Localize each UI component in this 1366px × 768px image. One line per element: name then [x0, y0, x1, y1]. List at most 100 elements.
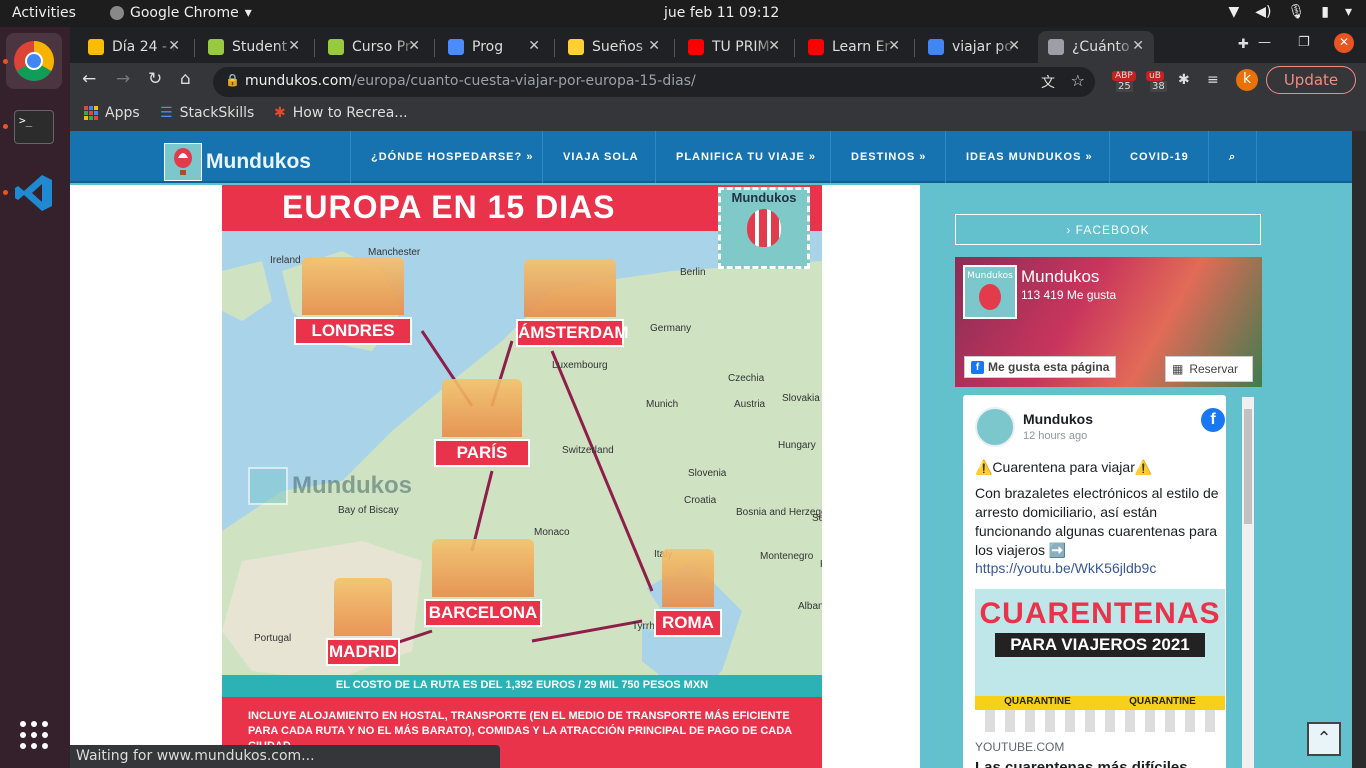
- post-title-line: ⚠️Cuarentena para viajar⚠️: [975, 459, 1153, 475]
- dock-chrome[interactable]: [6, 33, 62, 89]
- post-headline[interactable]: Las cuarentenas más difíciles: [975, 759, 1188, 768]
- tab-6[interactable]: TU PRIM ✕: [678, 31, 790, 63]
- profile-avatar[interactable]: k: [1236, 69, 1258, 91]
- cost-text: EL COSTO DE LA RUTA ES DEL 1,392 EUROS /…: [335, 679, 709, 691]
- bookmark-stackskills[interactable]: ☰ StackSkills: [160, 105, 254, 121]
- site-logo[interactable]: Mundukos: [164, 143, 311, 181]
- sidebar: › FACEBOOK Mundukos Mundukos 113 419 Me …: [955, 214, 1262, 768]
- menu-hospedarse[interactable]: ¿DÓNDE HOSPEDARSE? »: [350, 131, 553, 183]
- system-tray[interactable]: ▼ ◀) 🎙 ▮ ▾: [1228, 4, 1352, 20]
- map-label: Slovakia: [782, 393, 820, 404]
- facebook-page-cover[interactable]: Mundukos Mundukos 113 419 Me gusta f Me …: [955, 257, 1262, 387]
- close-tab-icon[interactable]: ✕: [168, 38, 180, 54]
- map-label: Hungary: [778, 440, 816, 451]
- balloon-icon: [747, 209, 781, 247]
- quarantine-stripe: QUARANTINE QUARANTINE: [975, 696, 1225, 710]
- extension-ublock-icon[interactable]: uB: [1146, 71, 1164, 81]
- maximize-button[interactable]: ❐: [1298, 35, 1310, 50]
- activities-button[interactable]: Activities: [12, 5, 76, 21]
- menu-destinos[interactable]: DESTINOS »: [830, 131, 946, 183]
- tab-8[interactable]: viajar po ✕: [918, 31, 1030, 63]
- battery-icon: ▮: [1321, 4, 1329, 20]
- close-tab-icon[interactable]: ✕: [1132, 38, 1144, 54]
- city-badge: MADRID: [326, 638, 400, 666]
- menu-ideas[interactable]: IDEAS MUNDUKOS »: [945, 131, 1113, 183]
- cost-bar: EL COSTO DE LA RUTA ES DEL 1,392 EUROS /…: [222, 675, 822, 697]
- forward-icon[interactable]: →: [116, 69, 130, 89]
- extension-badge: 38: [1150, 81, 1167, 92]
- kebab-menu-icon[interactable]: ⋮: [1360, 70, 1366, 86]
- extensions-puzzle-icon[interactable]: ✱: [1178, 72, 1190, 88]
- video-thumbnail[interactable]: CUARENTENAS PARA VIAJEROS 2021 QUARANTIN…: [975, 589, 1225, 732]
- menu-viaja-sola[interactable]: VIAJA SOLA: [542, 131, 659, 183]
- minimize-button[interactable]: —: [1258, 35, 1271, 50]
- grid-icon: [20, 721, 48, 749]
- address-bar[interactable]: 🔒 mundukos.com/europa/cuanto-cuesta-viaj…: [213, 67, 1095, 97]
- post-source: YOUTUBE.COM: [975, 740, 1065, 754]
- close-tab-icon[interactable]: ✕: [1008, 38, 1020, 54]
- translate-icon[interactable]: 文: [1041, 72, 1055, 92]
- reserve-button[interactable]: ▦ Reservar: [1165, 356, 1253, 382]
- feed-scrollbar[interactable]: [1242, 397, 1254, 768]
- tab-7[interactable]: Learn Er ✕: [798, 31, 910, 63]
- show-apps-button[interactable]: [6, 707, 62, 763]
- search-button[interactable]: ⌕: [1208, 131, 1258, 183]
- extension-abp-icon[interactable]: ABP: [1112, 71, 1136, 81]
- map-label: Luxembourg: [552, 360, 608, 371]
- post-avatar[interactable]: [975, 407, 1015, 447]
- facebook-icon[interactable]: f: [1201, 408, 1225, 432]
- home-icon[interactable]: ⌂: [180, 69, 191, 89]
- map-label: Portugal: [254, 633, 292, 644]
- platzi-icon: [328, 39, 344, 55]
- like-page-button[interactable]: f Me gusta esta página: [964, 356, 1117, 378]
- tab-2[interactable]: Student ✕: [198, 31, 310, 63]
- close-window-button[interactable]: ✕: [1334, 33, 1354, 53]
- new-tab-button[interactable]: ✚: [1238, 37, 1249, 52]
- tab-separator: [914, 39, 915, 57]
- close-tab-icon[interactable]: ✕: [888, 38, 900, 54]
- tab-1[interactable]: Día 24 - F ✕: [78, 31, 190, 63]
- tag-text: QUARANTINE: [1004, 696, 1071, 707]
- tab-4[interactable]: Prog ✕: [438, 31, 550, 63]
- clock[interactable]: jue feb 11 09:12: [664, 5, 779, 21]
- article-content: EUROPA EN 15 DIAS Ireland Manchester Berli…: [70, 185, 920, 768]
- app-menu[interactable]: Google Chrome ▾: [110, 5, 252, 21]
- page-name[interactable]: Mundukos: [1021, 267, 1099, 287]
- map-label: Serbia: [812, 513, 822, 524]
- menu-covid[interactable]: COVID-19: [1109, 131, 1209, 183]
- close-tab-icon[interactable]: ✕: [408, 38, 420, 54]
- close-tab-icon[interactable]: ✕: [528, 38, 540, 54]
- tab-5[interactable]: Sueños ✕: [558, 31, 670, 63]
- map-label: Kosovo: [820, 559, 822, 570]
- back-to-top-button[interactable]: ⌃: [1307, 722, 1341, 756]
- map-label: Bosnia and Herzegovina: [736, 507, 822, 518]
- post-link[interactable]: https://youtu.be/WkK56jldb9c: [975, 560, 1156, 576]
- close-tab-icon[interactable]: ✕: [648, 38, 660, 54]
- dock-vscode[interactable]: [6, 165, 62, 221]
- feed-scroll-thumb[interactable]: [1244, 409, 1252, 524]
- dock-terminal[interactable]: >_: [6, 99, 62, 155]
- map-label: Albania: [798, 601, 822, 612]
- post-author[interactable]: Mundukos: [1023, 411, 1093, 427]
- tab-9[interactable]: ¿Cuánto ✕: [1038, 31, 1154, 63]
- close-tab-icon[interactable]: ✕: [288, 38, 300, 54]
- city-badge: LONDRES: [294, 317, 412, 345]
- tab-3[interactable]: Curso Pr ✕: [318, 31, 430, 63]
- update-button[interactable]: Update: [1266, 66, 1356, 94]
- close-tab-icon[interactable]: ✕: [768, 38, 780, 54]
- menu-planifica[interactable]: PLANIFICA TU VIAJE »: [655, 131, 836, 183]
- bookmark-how-to-recreate[interactable]: ✱ How to Recrea...: [274, 105, 408, 121]
- thumbnail-floor: [975, 710, 1225, 732]
- back-icon[interactable]: ←: [82, 69, 96, 89]
- post-time[interactable]: 12 hours ago: [1023, 430, 1087, 442]
- toolbar: ← → ↻ ⌂ 🔒 mundukos.com/europa/cuanto-cue…: [70, 63, 1366, 99]
- bookmark-apps[interactable]: Apps: [84, 105, 140, 121]
- reload-icon[interactable]: ↻: [148, 69, 162, 89]
- terminal-icon: >_: [14, 110, 54, 144]
- page-avatar[interactable]: Mundukos: [963, 265, 1017, 319]
- star-icon[interactable]: ☆: [1071, 71, 1085, 90]
- map-label: Croatia: [684, 495, 717, 506]
- map-label: Ireland: [270, 255, 301, 266]
- media-control-icon[interactable]: ≡: [1207, 72, 1219, 88]
- wifi-icon: ▼: [1228, 4, 1240, 20]
